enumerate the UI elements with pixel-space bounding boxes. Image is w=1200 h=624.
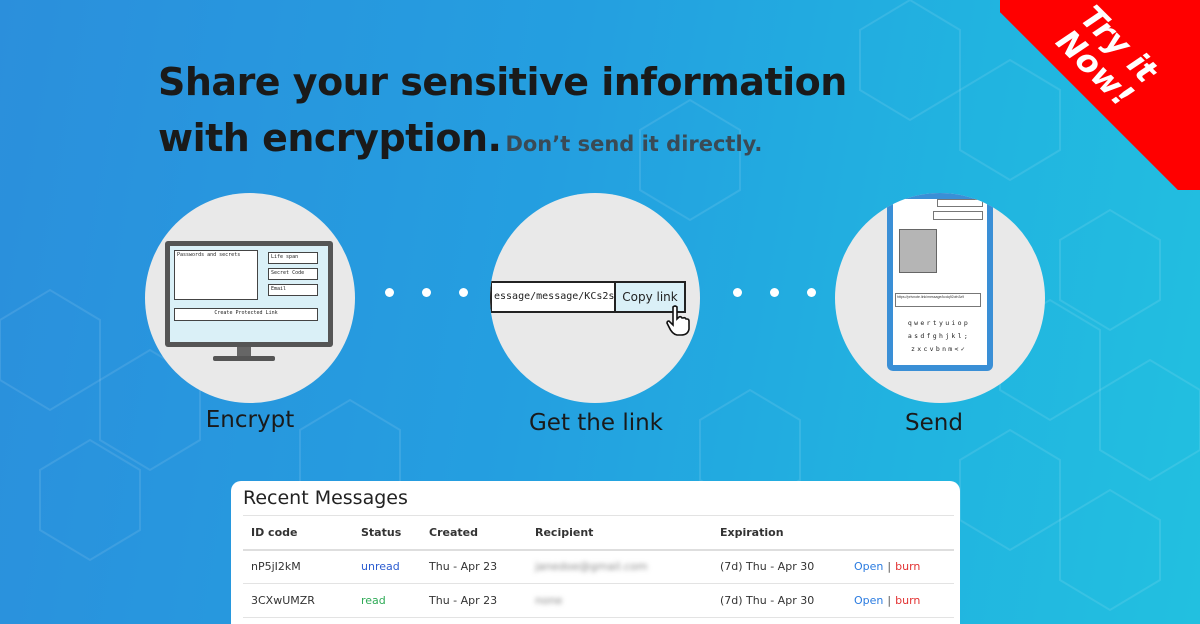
recipient: none [527, 583, 712, 618]
burn-link[interactable]: burn [895, 594, 920, 607]
id-code: nP5jI2kM [243, 549, 353, 584]
expiration: (7d) Thu - Apr 30 [712, 583, 846, 618]
created-date: Thu - Apr 23 [421, 549, 527, 584]
status-badge: unread [353, 549, 421, 584]
phone-message-input: https://privnote.link/message/kcdq92ofn3… [895, 293, 981, 307]
col-expiration: Expiration [712, 515, 846, 551]
step-label-get-link: Get the link [528, 410, 664, 436]
recent-messages-table: ID code Status Created Recipient Expirat… [243, 515, 954, 618]
phone-keyboard: qwertyuiop asdfghjkl; zxcvbnm<✓ [907, 319, 971, 353]
try-it-now-ribbon[interactable]: Try it Now! [1000, 0, 1200, 190]
col-id-code: ID code [243, 515, 353, 551]
create-link-button: Create Protected Link [174, 308, 318, 321]
send-illustration: https://privnote.link/message/kcdq92ofn3… [835, 193, 1045, 403]
step-label-send: Send [905, 410, 963, 436]
encrypt-illustration: Passwords and secrets Life span Secret C… [145, 193, 355, 403]
headline-line1: Share your sensitive information [158, 60, 847, 104]
created-date: Thu - Apr 23 [421, 583, 527, 618]
secret-textarea: Passwords and secrets [174, 250, 258, 300]
image-message [899, 229, 937, 273]
col-actions [846, 515, 954, 551]
dots-separator [385, 288, 468, 297]
headline-subtitle: Don’t send it directly. [505, 132, 763, 156]
headline-line2: with encryption. [158, 116, 502, 160]
phone-icon: https://privnote.link/message/kcdq92ofn3… [887, 193, 993, 371]
recent-messages-title: Recent Messages [243, 487, 408, 509]
life-span-field: Life span [268, 252, 318, 264]
link-illustration: essage/message/KCs2s9JfN3S Copy link [490, 193, 700, 403]
secret-code-field: Secret Code [268, 268, 318, 280]
col-recipient: Recipient [527, 515, 712, 551]
col-created: Created [421, 515, 527, 551]
col-status: Status [353, 515, 421, 551]
hand-pointer-icon [666, 305, 690, 336]
headline: Share your sensitive information with en… [158, 54, 847, 172]
open-link[interactable]: Open [854, 594, 883, 607]
email-field: Email [268, 284, 318, 296]
burn-link[interactable]: burn [895, 560, 920, 573]
recipient: janedoe@gmail.com [527, 549, 712, 584]
table-row: nP5jI2kM unread Thu - Apr 23 janedoe@gma… [243, 549, 954, 584]
open-link[interactable]: Open [854, 560, 883, 573]
id-code: 3CXwUMZR [243, 583, 353, 618]
step-label-encrypt: Encrypt [205, 407, 295, 433]
recent-messages-panel: Recent Messages ID code Status Created R… [231, 481, 960, 624]
dots-separator [733, 288, 816, 297]
table-row: 3CXwUMZR read Thu - Apr 23 none (7d) Thu… [243, 583, 954, 618]
status-badge: read [353, 583, 421, 618]
expiration: (7d) Thu - Apr 30 [712, 549, 846, 584]
monitor-icon: Passwords and secrets Life span Secret C… [165, 241, 333, 347]
